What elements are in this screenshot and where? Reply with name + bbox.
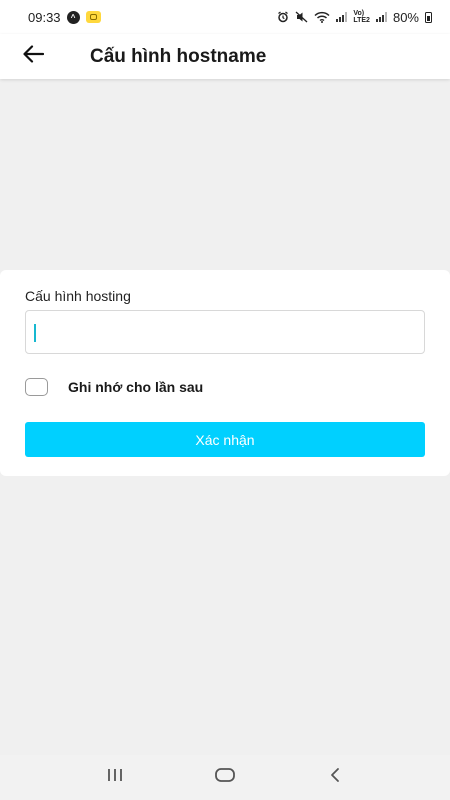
remember-option[interactable]: Ghi nhớ cho lần sau (25, 378, 203, 396)
app-bar: Cấu hình hostname (0, 34, 450, 79)
notification-b-icon (85, 11, 101, 23)
back-icon (328, 767, 342, 788)
arrow-left-icon (22, 45, 45, 68)
home-button[interactable] (205, 758, 245, 798)
remember-checkbox[interactable] (25, 378, 48, 396)
recent-apps-icon (105, 767, 125, 788)
status-bar: 09:33 ^ Vo) LTE2 80% (0, 0, 450, 34)
status-left: 09:33 ^ (28, 10, 101, 25)
mute-icon (295, 11, 308, 23)
signal-icon (336, 12, 348, 22)
battery-percent: 80% (392, 9, 419, 25)
alarm-icon (277, 11, 289, 23)
hosting-field-label: Cấu hình hosting (25, 288, 131, 304)
hostname-form-card: Cấu hình hosting Ghi nhớ cho lần sau Xác… (0, 270, 450, 476)
remember-label: Ghi nhớ cho lần sau (68, 379, 204, 395)
signal-2-icon (375, 12, 387, 22)
text-caret (34, 324, 36, 342)
back-button[interactable] (15, 39, 51, 75)
hosting-input[interactable] (25, 310, 425, 354)
recent-apps-button[interactable] (95, 758, 135, 798)
status-time: 09:33 (28, 9, 61, 25)
home-icon (214, 767, 236, 788)
notification-a-icon: ^ (66, 10, 80, 24)
wifi-icon (314, 11, 330, 23)
network-label: Vo) LTE2 (353, 10, 370, 24)
nav-back-button[interactable] (315, 758, 355, 798)
confirm-button[interactable]: Xác nhận (25, 422, 425, 457)
page-title: Cấu hình hostname (90, 45, 267, 67)
status-right: Vo) LTE2 80% (277, 10, 432, 25)
battery-icon (425, 11, 432, 23)
system-nav-bar (0, 755, 450, 800)
